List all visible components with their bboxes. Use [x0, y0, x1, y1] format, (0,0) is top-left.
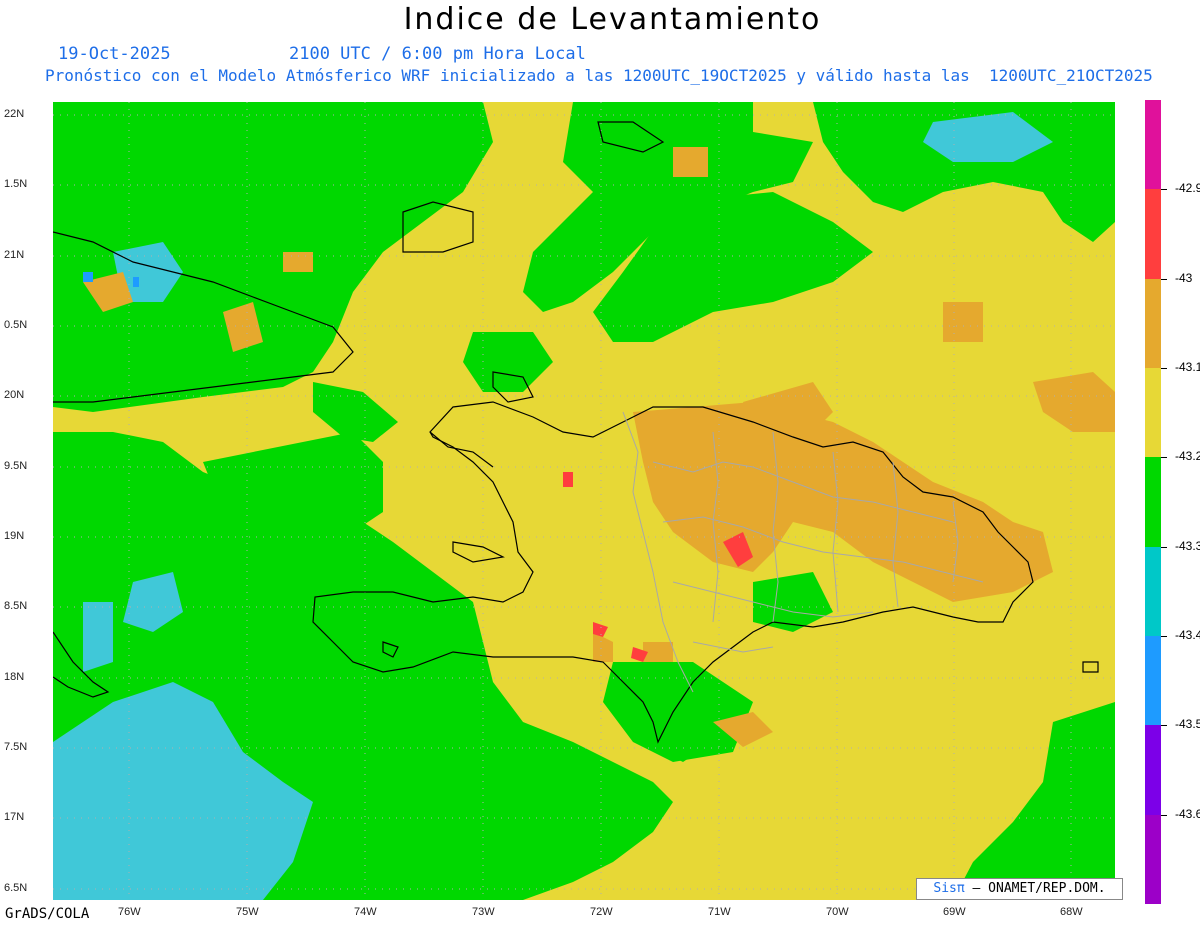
latitude-label: 8.5N	[4, 600, 28, 612]
latitude-label: 7.5N	[4, 741, 28, 753]
longitude-label: 68W	[1060, 906, 1083, 918]
colorbar-segment	[1145, 636, 1161, 726]
colorbar-label: -43.1	[1175, 360, 1200, 374]
colorbar-label: -43.5	[1175, 717, 1200, 732]
longitude-label: 71W	[708, 906, 731, 918]
colorbar-label: -43	[1175, 270, 1193, 285]
longitude-label: 69W	[943, 906, 966, 918]
forecast-time: 2100 UTC / 6:00 pm Hora Local	[289, 44, 586, 64]
sis-logo-text: Sisπ	[933, 881, 965, 896]
colorbar-label: -43.6	[1175, 806, 1200, 821]
onamet-badge: Sisπ – ONAMET/REP.DOM.	[916, 878, 1123, 900]
colorbar-segment	[1145, 189, 1161, 279]
colorbar-segment	[1145, 457, 1161, 547]
latitude-label: 20N	[4, 389, 25, 401]
colorbar-segment	[1145, 546, 1161, 636]
colorbar-segment	[1145, 814, 1161, 904]
latitude-label: 19N	[4, 530, 25, 542]
latitude-label: 21N	[4, 249, 25, 261]
map-title: Indice de Levantamiento	[403, 2, 822, 37]
longitude-label: 73W	[472, 906, 495, 918]
latitude-label: 17N	[4, 811, 25, 823]
colorbar-label: -43.3	[1175, 538, 1200, 553]
longitude-label: 70W	[826, 906, 849, 918]
colorbar-tick	[1161, 189, 1167, 191]
colorbar-tick	[1161, 725, 1167, 727]
latitude-label: 9.5N	[4, 460, 28, 472]
forecast-date: 19-Oct-2025	[58, 44, 171, 64]
latitude-label: 22N	[4, 108, 25, 120]
colorbar-tick	[1161, 636, 1167, 637]
colorbar-label: -43.4	[1175, 628, 1200, 642]
colorbar-tick	[1161, 814, 1167, 816]
colorbar-label: -42.9	[1175, 181, 1200, 196]
latitude-label: 18N	[4, 671, 25, 683]
lifted-index-map	[53, 102, 1115, 900]
latitude-label: 1.5N	[4, 178, 28, 190]
longitude-label: 74W	[354, 906, 377, 918]
colorbar	[1145, 100, 1167, 904]
colorbar-segment	[1145, 100, 1161, 190]
colorbar-tick	[1161, 546, 1167, 548]
onamet-text: – ONAMET/REP.DOM.	[964, 881, 1106, 896]
model-description: Pronóstico con el Modelo Atmósferico WRF…	[45, 66, 1153, 85]
colorbar-segment	[1145, 368, 1161, 458]
colorbar-tick	[1161, 368, 1167, 369]
longitude-label: 75W	[236, 906, 259, 918]
colorbar-segment	[1145, 725, 1161, 815]
longitude-label: 72W	[590, 906, 613, 918]
longitude-label: 76W	[118, 906, 141, 918]
map-canvas	[53, 102, 1115, 900]
latitude-label: 6.5N	[4, 882, 28, 894]
colorbar-label: -43.2	[1175, 449, 1200, 464]
colorbar-tick	[1161, 278, 1167, 280]
latitude-label: 0.5N	[4, 319, 28, 331]
colorbar-segment	[1145, 278, 1161, 368]
colorbar-tick	[1161, 457, 1167, 459]
grads-credit: GrADS/COLA	[5, 906, 90, 922]
